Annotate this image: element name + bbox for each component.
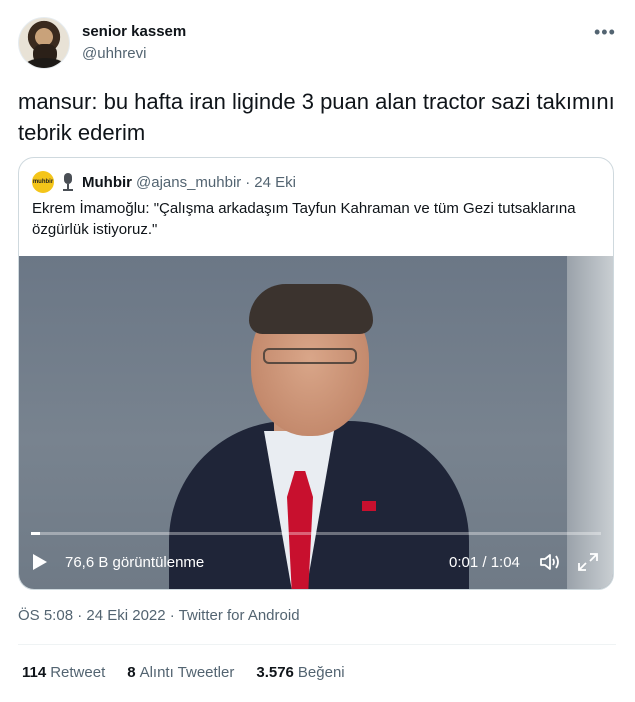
tweet-stats: 114 Retweet 8 Alıntı Tweetler 3.576 Beğeni [22,664,345,681]
video-person-hair [249,284,373,334]
quoted-author-name[interactable]: Muhbir [82,174,132,191]
video-person-glasses [263,348,357,364]
retweets-count: 114 [22,664,47,681]
video-view-count: 76,6 B görüntülenme [65,554,205,571]
video-background-wall [567,256,613,589]
tweet-timestamp[interactable]: ÖS 5:08 · 24 Eki 2022 · Twitter for Andr… [18,607,300,624]
retweets-label: Retweet [50,664,106,681]
muhbir-logo-icon: muhbir [32,171,54,193]
tweet-text: mansur: bu hafta iran liginde 3 puan ala… [18,89,615,145]
video-time: 0:01 / 1:04 [449,554,520,571]
video-player[interactable]: 76,6 B görüntülenme 0:01 / 1:04 [19,256,613,589]
likes-label: Beğeni [297,664,345,681]
quoted-tweet-header: muhbir Muhbir @ajans_muhbir · 24 Eki [32,171,296,193]
fullscreen-icon[interactable] [577,552,599,572]
quoted-tweet[interactable]: muhbir Muhbir @ajans_muhbir · 24 Eki Ekr… [18,157,614,590]
video-controls: 76,6 B görüntülenme 0:01 / 1:04 [19,546,613,582]
video-progress-fill [31,532,41,535]
play-icon[interactable] [33,554,47,570]
more-options-icon[interactable]: ••• [594,22,616,43]
video-progress-bar[interactable] [31,532,601,535]
author-handle[interactable]: @uhhrevi [82,45,146,62]
header-separator: · [245,173,251,191]
quoted-author-handle[interactable]: @ajans_muhbir [136,174,241,191]
likes-count: 3.576 [256,664,294,681]
likes-stat[interactable]: 3.576 Beğeni [256,664,344,681]
quotes-label: Alıntı Tweetler [139,664,235,681]
avatar-coat [23,58,67,68]
microphone-icon [61,172,75,192]
volume-icon[interactable] [539,552,561,572]
author-display-name[interactable]: senior kassem [82,23,186,40]
author-avatar[interactable] [18,17,70,69]
quotes-count: 8 [127,664,136,681]
quoted-date[interactable]: 24 Eki [254,174,296,191]
retweets-stat[interactable]: 114 Retweet [22,664,105,681]
quoted-tweet-text: Ekrem İmamoğlu: "Çalışma arkadaşım Tayfu… [32,200,576,238]
flag-pin [362,501,376,511]
quote-tweets-stat[interactable]: 8 Alıntı Tweetler [127,664,234,681]
divider [18,644,616,645]
